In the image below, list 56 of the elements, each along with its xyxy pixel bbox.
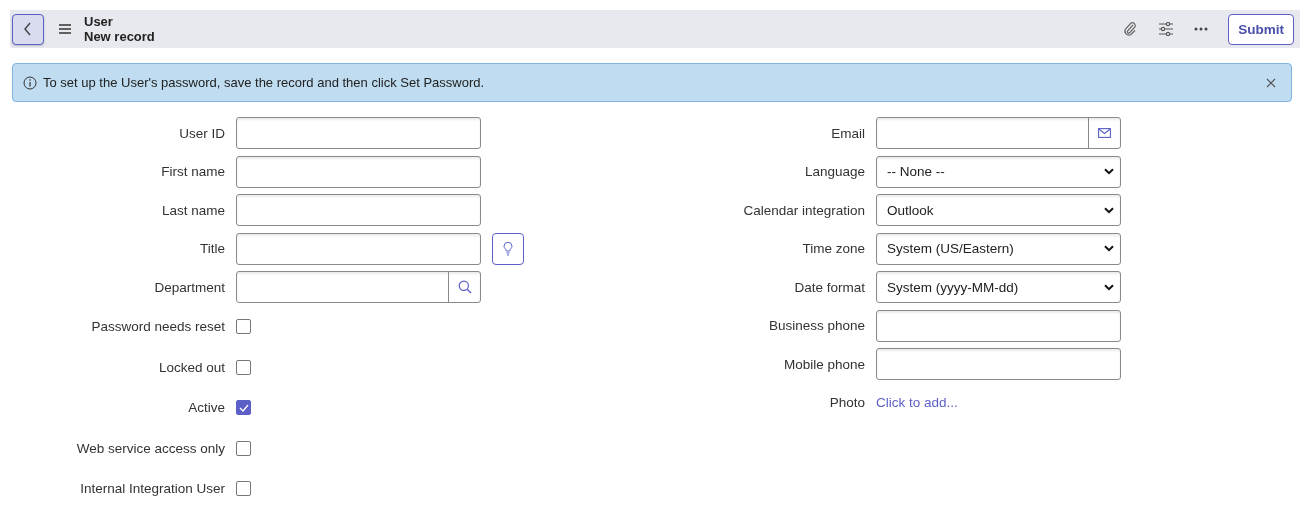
submit-button[interactable]: Submit xyxy=(1228,13,1294,45)
field-label: Email xyxy=(830,125,865,141)
text-field[interactable] xyxy=(236,155,481,188)
field-label: Date format xyxy=(793,279,865,295)
field-label: Department xyxy=(153,279,225,295)
chevron-down-icon xyxy=(1104,206,1114,214)
table-name: User xyxy=(84,14,114,29)
field-label: First name xyxy=(160,164,225,179)
chevron-left-icon xyxy=(23,22,33,36)
field-label: Mobile phone xyxy=(782,356,865,372)
text-field[interactable] xyxy=(876,348,1121,380)
record-title: New record xyxy=(84,29,155,44)
menu-icon[interactable] xyxy=(59,24,71,34)
field-label: Web service access only xyxy=(75,440,225,456)
lightbulb-icon xyxy=(503,241,513,256)
field-label: Language xyxy=(803,164,865,179)
field-label: Locked out xyxy=(157,359,225,375)
field-label: Calendar integration xyxy=(742,202,865,218)
chevron-down-icon xyxy=(1104,283,1114,291)
sliders-icon[interactable] xyxy=(1158,22,1175,36)
back-button[interactable] xyxy=(12,13,44,45)
dropdown-field[interactable]: Outlook xyxy=(876,194,1121,226)
field-label: Password needs reset xyxy=(90,319,225,334)
reference-field[interactable] xyxy=(236,271,481,303)
dropdown-field[interactable]: System (yyyy-MM-dd) xyxy=(876,271,1121,303)
checkbox[interactable] xyxy=(236,440,251,456)
chevron-down-icon xyxy=(1104,168,1114,175)
close-icon[interactable] xyxy=(1266,77,1276,88)
suggestion-button[interactable] xyxy=(492,232,524,265)
field-label: Active xyxy=(187,400,225,415)
info-message: To set up the User's password, save the record and then click Set Password. xyxy=(43,75,486,90)
field-label: Photo xyxy=(828,395,865,410)
info-icon xyxy=(23,75,37,90)
field-label: Title xyxy=(199,241,225,256)
field-label: User ID xyxy=(178,125,225,141)
checkbox[interactable] xyxy=(236,400,251,415)
field-label: Time zone xyxy=(801,241,865,256)
more-icon[interactable] xyxy=(1194,27,1209,31)
field-label: Internal Integration User xyxy=(79,481,225,496)
field-label: Last name xyxy=(160,202,225,218)
text-field[interactable] xyxy=(236,232,481,265)
add-photo-link[interactable]: Click to add... xyxy=(876,395,958,410)
text-field[interactable] xyxy=(236,117,481,149)
checkbox[interactable] xyxy=(236,481,251,496)
field-label: Business phone xyxy=(767,318,865,333)
chevron-down-icon xyxy=(1104,245,1114,252)
paperclip-icon[interactable] xyxy=(1122,21,1139,37)
text-field[interactable] xyxy=(236,194,481,226)
checkbox[interactable] xyxy=(236,319,251,334)
checkbox[interactable] xyxy=(236,359,251,375)
email-field[interactable] xyxy=(876,117,1121,149)
envelope-icon xyxy=(1098,128,1111,138)
search-icon xyxy=(457,280,472,294)
dropdown-field[interactable]: -- None -- xyxy=(876,155,1121,188)
dropdown-field[interactable]: System (US/Eastern) xyxy=(876,232,1121,265)
text-field[interactable] xyxy=(876,309,1121,342)
